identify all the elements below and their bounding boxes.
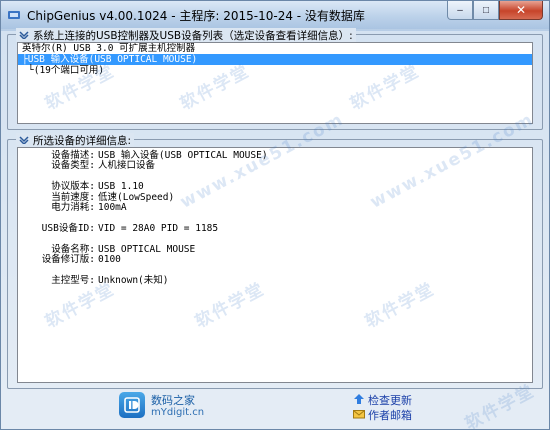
detail-row-device-name: 设备名称: USB OPTICAL MOUSE: [18, 244, 532, 255]
detail-label: 设备类型:: [51, 160, 95, 172]
window-controls: – □ ✕: [447, 1, 543, 21]
usb-app-icon: [7, 8, 21, 22]
detail-row-power: 电力消耗: 100mA: [18, 201, 532, 213]
detail-label: 主控型号:: [51, 274, 95, 286]
details-textbox[interactable]: 设备描述: USB 输入设备(USB OPTICAL MOUSE) 设备类型: …: [17, 147, 533, 383]
device-list-group: 系统上连接的USB控制器及USB设备列表（选定设备查看详细信息）: 英特尔(R)…: [7, 28, 543, 130]
details-legend-text: 所选设备的详细信息:: [33, 134, 132, 147]
detail-row-controller-model: 主控型号: Unknown(未知): [18, 274, 532, 286]
details-legend: 所选设备的详细信息:: [16, 133, 135, 147]
minimize-button[interactable]: –: [447, 1, 473, 20]
detail-row-revision: 设备修订版: 0100: [18, 253, 532, 265]
mydigit-name-link[interactable]: 数码之家: [151, 392, 195, 408]
device-tree[interactable]: 英特尔(R) USB 3.0 可扩展主机控制器 ├USB 输入设备(USB OP…: [17, 42, 533, 124]
controller-row[interactable]: 英特尔(R) USB 3.0 可扩展主机控制器: [18, 43, 532, 54]
email-envelope-icon: [353, 408, 365, 423]
detail-value: 人机接口设备: [98, 160, 156, 172]
detail-label: 设备修订版:: [41, 253, 95, 265]
selected-device-label: ├USB 输入设备(USB OPTICAL MOUSE): [22, 54, 198, 65]
title-bar[interactable]: ChipGenius v4.00.1024 - 主程序: 2015-10-24 …: [1, 1, 549, 29]
detail-row-speed: 当前速度: 低速(LowSpeed): [18, 192, 532, 203]
chevron-collapse-icon[interactable]: [19, 31, 29, 39]
chevron-collapse-icon[interactable]: [19, 136, 29, 144]
detail-label: 电力消耗:: [51, 201, 95, 213]
detail-row-protocol: 协议版本: USB 1.10: [18, 181, 532, 193]
detail-value: Unknown(未知): [98, 274, 169, 286]
detail-row-type: 设备类型: 人机接口设备: [18, 160, 532, 172]
mydigit-logo-icon[interactable]: [119, 392, 145, 418]
detail-label: USB设备ID:: [41, 222, 95, 234]
update-arrow-icon: [353, 393, 365, 408]
details-group: 所选设备的详细信息: 设备描述: USB 输入设备(USB OPTICAL MO…: [7, 133, 543, 389]
mydigit-url-link[interactable]: mYdigit.cn: [151, 407, 204, 418]
detail-value: VID = 28A0 PID = 1185: [98, 222, 219, 234]
check-update-label: 检查更新: [368, 394, 412, 407]
selected-device-row[interactable]: ├USB 输入设备(USB OPTICAL MOUSE): [18, 54, 532, 65]
author-email-link[interactable]: 作者邮箱: [353, 407, 412, 423]
window-title: ChipGenius v4.00.1024 - 主程序: 2015-10-24 …: [27, 8, 365, 23]
detail-value: USB 1.10: [98, 181, 144, 193]
detail-row-usb-id: USB设备ID: VID = 28A0 PID = 1185: [18, 222, 532, 234]
device-list-legend: 系统上连接的USB控制器及USB设备列表（选定设备查看详细信息）:: [16, 28, 356, 42]
app-window: ChipGenius v4.00.1024 - 主程序: 2015-10-24 …: [0, 0, 550, 430]
device-list-legend-text: 系统上连接的USB控制器及USB设备列表（选定设备查看详细信息）:: [33, 29, 353, 42]
port-info-row[interactable]: └(19个端口可用): [18, 65, 532, 76]
check-update-link[interactable]: 检查更新: [353, 392, 412, 408]
footer-bar: 数码之家 mYdigit.cn 检查更新 作者邮箱: [1, 389, 549, 429]
maximize-button[interactable]: □: [473, 1, 499, 20]
detail-label: 协议版本:: [51, 181, 95, 193]
close-button[interactable]: ✕: [499, 1, 543, 20]
detail-value: 100mA: [98, 201, 127, 213]
author-email-label: 作者邮箱: [368, 409, 412, 422]
detail-row-description: 设备描述: USB 输入设备(USB OPTICAL MOUSE): [18, 150, 532, 161]
detail-value: 0100: [98, 253, 121, 265]
